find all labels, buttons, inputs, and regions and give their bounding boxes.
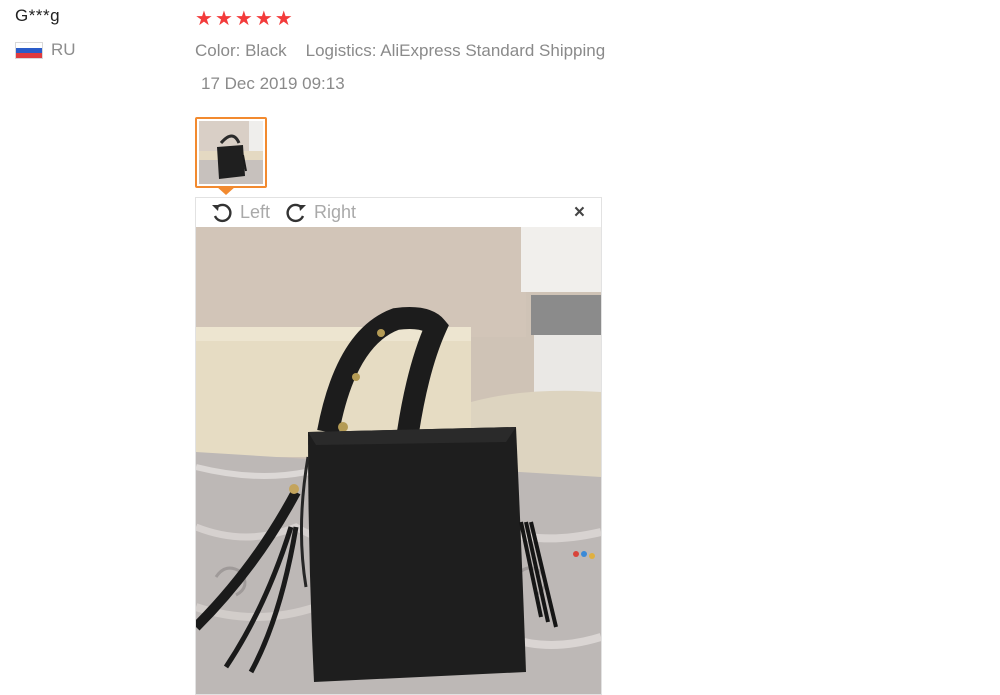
- russia-flag-icon: [15, 41, 43, 59]
- rotate-left-button[interactable]: Left: [210, 202, 270, 224]
- handbag-photo: [196, 227, 601, 694]
- reviewer-name: G***g: [15, 6, 61, 25]
- star-icon: ★: [214, 8, 233, 30]
- reviewer-country: RU: [15, 40, 76, 60]
- review-meta: Color: Black Logistics: AliExpress Stand…: [195, 41, 605, 61]
- thumbnail-image: [199, 121, 263, 184]
- review-photo: [196, 227, 601, 694]
- photo-viewer: Left Right ×: [195, 197, 602, 695]
- rotate-right-button[interactable]: Right: [284, 202, 356, 224]
- rotate-right-icon: [286, 203, 307, 222]
- rotate-right-label: Right: [314, 202, 357, 222]
- star-icon: ★: [234, 8, 253, 30]
- logistics-attribute: Logistics: AliExpress Standard Shipping: [305, 41, 606, 60]
- review-details: ★ ★ ★ ★ ★ Color: Black Logistics: AliExp…: [195, 6, 605, 94]
- country-code: RU: [51, 40, 76, 59]
- star-rating: ★ ★ ★ ★ ★: [195, 6, 605, 32]
- thumbnail-pointer: [216, 186, 236, 195]
- close-icon[interactable]: ×: [574, 203, 585, 222]
- rotate-left-label: Left: [240, 202, 271, 222]
- star-icon: ★: [254, 8, 273, 30]
- reviewer-info: G***g RU: [15, 6, 76, 60]
- rotate-left-icon: [212, 203, 232, 222]
- color-attribute: Color: Black: [195, 41, 287, 60]
- review-photo-thumbnail[interactable]: [195, 117, 267, 188]
- star-icon: ★: [195, 8, 213, 30]
- viewer-toolbar: Left Right ×: [196, 198, 601, 227]
- star-icon: ★: [274, 8, 293, 30]
- review-date: 17 Dec 2019 09:13: [201, 74, 345, 93]
